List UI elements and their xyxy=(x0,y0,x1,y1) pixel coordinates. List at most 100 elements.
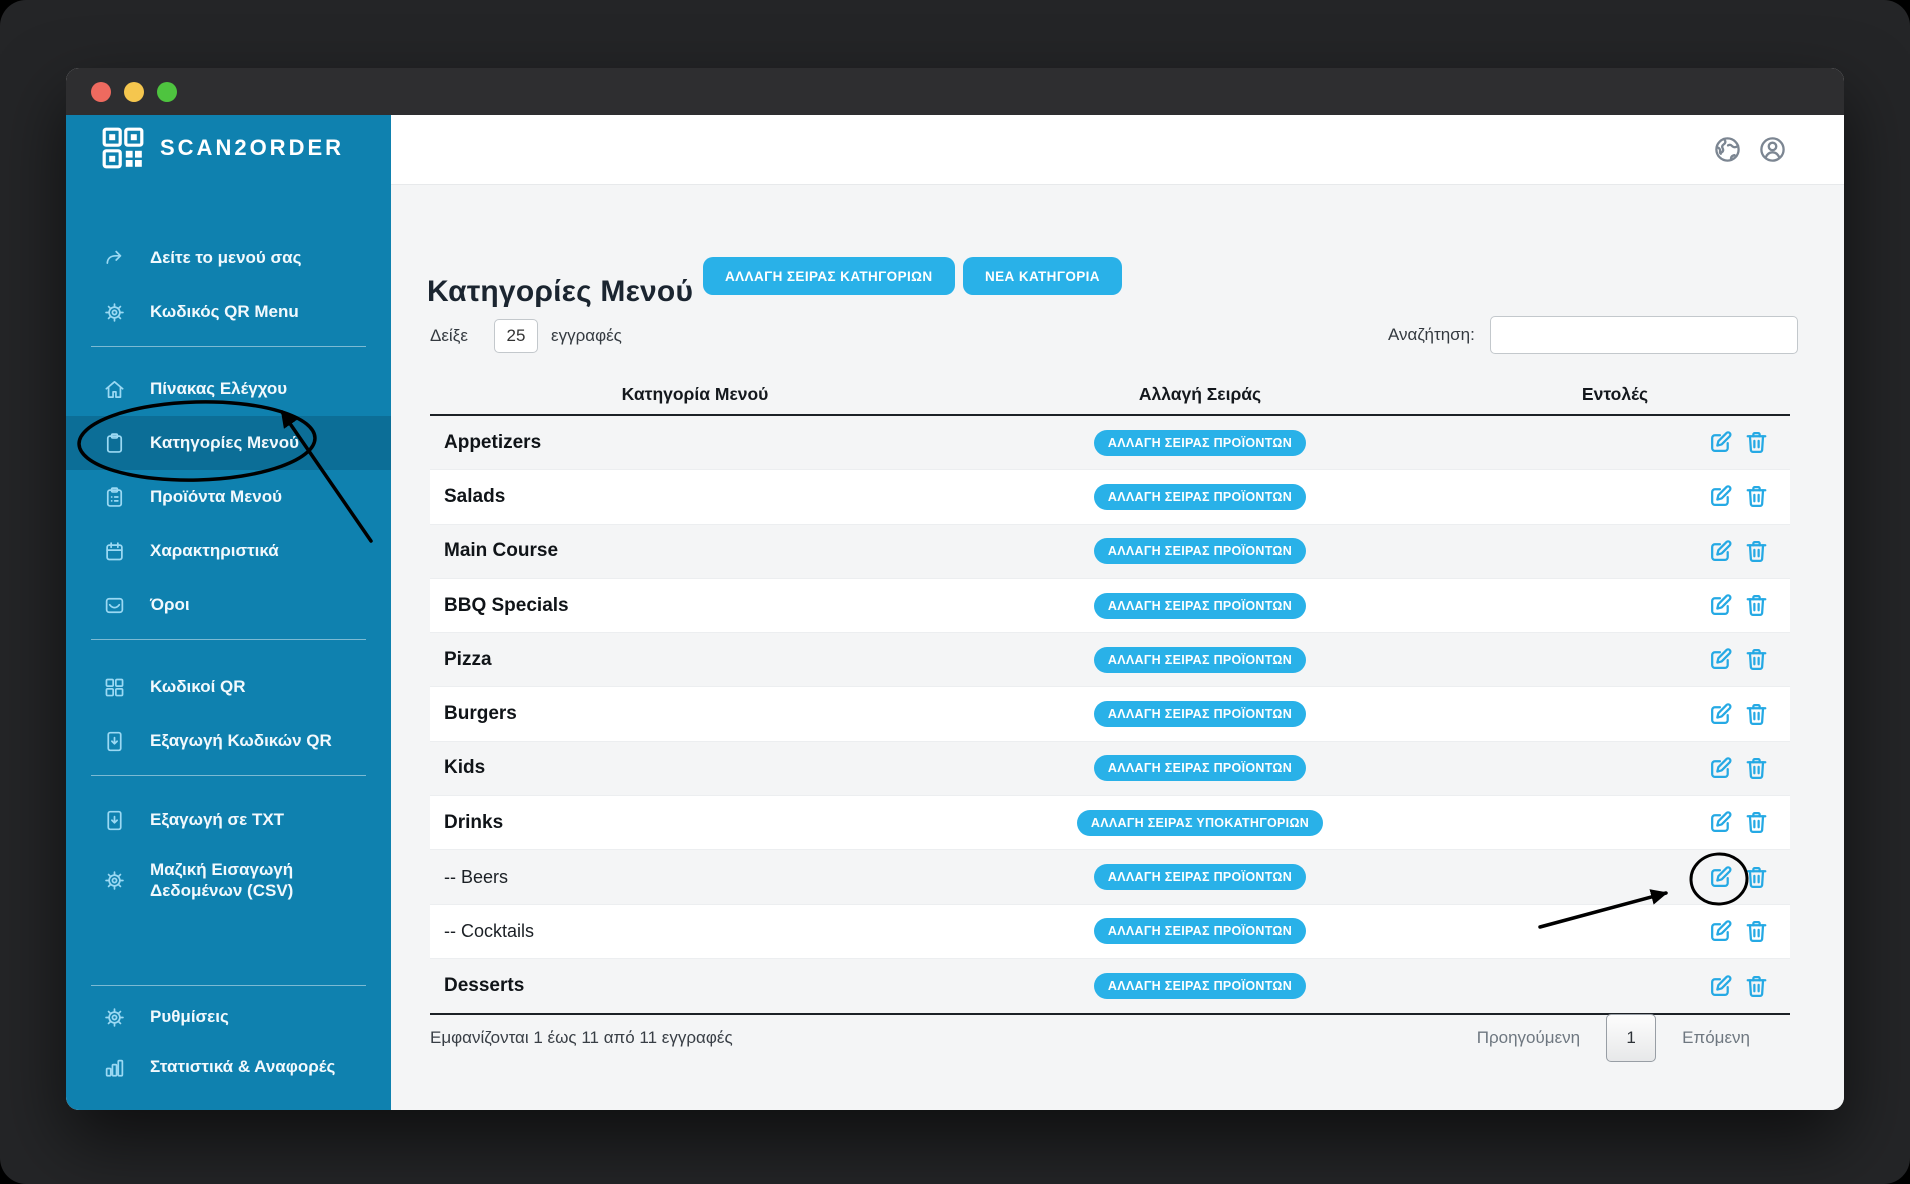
trash-icon xyxy=(1743,864,1770,891)
edit-category-button[interactable] xyxy=(1707,918,1734,945)
table-row: Salads ΑΛΛΑΓΗ ΣΕΙΡΑΣ ΠΡΟΪΟΝΤΩΝ xyxy=(430,470,1790,524)
reorder-products-button[interactable]: ΑΛΛΑΓΗ ΣΕΙΡΑΣ ΠΡΟΪΟΝΤΩΝ xyxy=(1094,973,1306,999)
edit-category-button[interactable] xyxy=(1707,483,1734,510)
pagination: Προηγούμενη 1 Επόμενη xyxy=(1477,1013,1750,1063)
commands-cell xyxy=(1440,796,1790,849)
sidebar-item-bulk-import-csv[interactable]: Μαζική Εισαγωγή Δεδομένων (CSV) xyxy=(66,847,391,913)
delete-category-button[interactable] xyxy=(1743,973,1770,1000)
qr-grid-icon xyxy=(103,676,126,699)
reorder-products-button[interactable]: ΑΛΛΑΓΗ ΣΕΙΡΑΣ ΠΡΟΪΟΝΤΩΝ xyxy=(1094,593,1306,619)
globe-icon[interactable] xyxy=(1712,134,1743,165)
delete-category-button[interactable] xyxy=(1743,809,1770,836)
edit-category-button[interactable] xyxy=(1707,592,1734,619)
edit-category-button[interactable] xyxy=(1707,755,1734,782)
edit-icon xyxy=(1707,755,1734,782)
gear-icon xyxy=(103,301,126,324)
commands-cell xyxy=(1440,850,1790,903)
sidebar-item-qr-codes[interactable]: Κωδικοί QR xyxy=(66,660,391,714)
delete-category-button[interactable] xyxy=(1743,592,1770,619)
sidebar-item-menu-products[interactable]: Προϊόντα Μενού xyxy=(66,470,391,524)
reorder-cell: ΑΛΛΑΓΗ ΣΕΙΡΑΣ ΠΡΟΪΟΝΤΩΝ xyxy=(960,470,1440,523)
delete-category-button[interactable] xyxy=(1743,701,1770,728)
category-name: Kids xyxy=(430,742,960,795)
sidebar-item-label: Δείτε το μενού σας xyxy=(150,247,301,268)
entries-count-input[interactable] xyxy=(494,319,538,353)
reorder-products-button[interactable]: ΑΛΛΑΓΗ ΣΕΙΡΑΣ ΠΡΟΪΟΝΤΩΝ xyxy=(1094,538,1306,564)
edit-category-button[interactable] xyxy=(1707,809,1734,836)
sidebar-group: Ρυθμίσεις Στατιστικά & Αναφορές xyxy=(66,992,391,1092)
edit-icon xyxy=(1707,429,1734,456)
window-minimize-button[interactable] xyxy=(124,82,144,102)
edit-category-button[interactable] xyxy=(1707,538,1734,565)
reorder-products-button[interactable]: ΑΛΛΑΓΗ ΣΕΙΡΑΣ ΠΡΟΪΟΝΤΩΝ xyxy=(1094,755,1306,781)
edit-category-button[interactable] xyxy=(1707,973,1734,1000)
topbar xyxy=(391,115,1844,185)
sidebar-item-label: Μαζική Εισαγωγή Δεδομένων (CSV) xyxy=(150,859,350,902)
trash-icon xyxy=(1743,809,1770,836)
previous-page-button[interactable]: Προηγούμενη xyxy=(1477,1028,1580,1048)
reorder-products-button[interactable]: ΑΛΛΑΓΗ ΣΕΙΡΑΣ ΠΡΟΪΟΝΤΩΝ xyxy=(1094,701,1306,727)
sidebar-item-label: Κατηγορίες Μενού xyxy=(150,432,299,453)
reorder-products-button[interactable]: ΑΛΛΑΓΗ ΣΕΙΡΑΣ ΠΡΟΪΟΝΤΩΝ xyxy=(1094,430,1306,456)
column-header-category[interactable]: Κατηγορία Μενού xyxy=(430,375,960,414)
sidebar-group: Εξαγωγή σε TXT Μαζική Εισαγωγή Δεδομένων … xyxy=(66,793,391,913)
desktop-background: SCAN2ORDER Δείτε το μενού σας Κωδικός QR … xyxy=(0,0,1910,1184)
sidebar-item-stats-reports[interactable]: Στατιστικά & Αναφορές xyxy=(66,1042,391,1092)
sidebar-item-qr-menu-code[interactable]: Κωδικός QR Menu xyxy=(66,285,391,339)
trash-icon xyxy=(1743,646,1770,673)
commands-cell xyxy=(1440,579,1790,632)
sidebar-item-terms[interactable]: Όροι xyxy=(66,578,391,632)
delete-category-button[interactable] xyxy=(1743,918,1770,945)
sidebar-item-menu-categories[interactable]: Κατηγορίες Μενού xyxy=(66,416,391,470)
delete-category-button[interactable] xyxy=(1743,864,1770,891)
delete-category-button[interactable] xyxy=(1743,755,1770,782)
brand-logo[interactable]: SCAN2ORDER xyxy=(66,115,391,180)
commands-cell xyxy=(1440,416,1790,469)
gear-icon xyxy=(103,869,126,892)
sidebar-item-label: Χαρακτηριστικά xyxy=(150,540,279,561)
sidebar-item-label: Πίνακας Ελέγχου xyxy=(150,378,287,399)
window-zoom-button[interactable] xyxy=(157,82,177,102)
reorder-products-button[interactable]: ΑΛΛΑΓΗ ΣΕΙΡΑΣ ΠΡΟΪΟΝΤΩΝ xyxy=(1094,918,1306,944)
edit-category-button[interactable] xyxy=(1707,864,1734,891)
column-header-reorder[interactable]: Αλλαγή Σειράς xyxy=(960,375,1440,414)
show-entries-label: Δείξε xyxy=(430,319,468,353)
account-icon[interactable] xyxy=(1757,134,1788,165)
edit-category-button[interactable] xyxy=(1707,429,1734,456)
new-category-button[interactable]: ΝΕΑ ΚΑΤΗΓΟΡΙΑ xyxy=(963,257,1122,295)
reorder-products-button[interactable]: ΑΛΛΑΓΗ ΣΕΙΡΑΣ ΠΡΟΪΟΝΤΩΝ xyxy=(1094,864,1306,890)
category-name: Salads xyxy=(430,470,960,523)
reorder-subcategories-button[interactable]: ΑΛΛΑΓΗ ΣΕΙΡΑΣ ΥΠΟΚΑΤΗΓΟΡΙΩΝ xyxy=(1077,810,1323,836)
trash-icon xyxy=(1743,483,1770,510)
sidebar-item-export-qr-codes[interactable]: Εξαγωγή Κωδικών QR xyxy=(66,714,391,768)
column-header-commands[interactable]: Εντολές xyxy=(1440,375,1790,414)
next-page-button[interactable]: Επόμενη xyxy=(1682,1028,1750,1048)
edit-icon xyxy=(1707,973,1734,1000)
sidebar-item-settings[interactable]: Ρυθμίσεις xyxy=(66,992,391,1042)
delete-category-button[interactable] xyxy=(1743,646,1770,673)
search-input[interactable] xyxy=(1490,316,1798,354)
category-table: AppetizersΑΛΛΑΓΗ ΣΕΙΡΑΣ ΠΡΟΪΟΝΤΩΝSaladsΑ… xyxy=(430,416,1790,1015)
sidebar-item-dashboard[interactable]: Πίνακας Ελέγχου xyxy=(66,362,391,416)
edit-icon xyxy=(1707,864,1734,891)
sidebar-item-label: Ρυθμίσεις xyxy=(150,1006,229,1027)
delete-category-button[interactable] xyxy=(1743,538,1770,565)
reorder-products-button[interactable]: ΑΛΛΑΓΗ ΣΕΙΡΑΣ ΠΡΟΪΟΝΤΩΝ xyxy=(1094,647,1306,673)
sidebar-item-export-txt[interactable]: Εξαγωγή σε TXT xyxy=(66,793,391,847)
reorder-products-button[interactable]: ΑΛΛΑΓΗ ΣΕΙΡΑΣ ΠΡΟΪΟΝΤΩΝ xyxy=(1094,484,1306,510)
window-close-button[interactable] xyxy=(91,82,111,102)
current-page-button[interactable]: 1 xyxy=(1606,1014,1656,1062)
delete-category-button[interactable] xyxy=(1743,429,1770,456)
edit-category-button[interactable] xyxy=(1707,646,1734,673)
clipboard-icon xyxy=(103,432,126,455)
sidebar-item-label: Προϊόντα Μενού xyxy=(150,486,282,507)
sidebar-item-view-your-menu[interactable]: Δείτε το μενού σας xyxy=(66,231,391,285)
window-titlebar xyxy=(66,68,1844,115)
delete-category-button[interactable] xyxy=(1743,483,1770,510)
edit-category-button[interactable] xyxy=(1707,701,1734,728)
commands-cell xyxy=(1440,633,1790,686)
edit-icon xyxy=(1707,483,1734,510)
sidebar-item-label: Όροι xyxy=(150,594,190,615)
reorder-categories-button[interactable]: ΑΛΛΑΓΗ ΣΕΙΡΑΣ ΚΑΤΗΓΟΡΙΩΝ xyxy=(703,257,955,295)
sidebar-item-features[interactable]: Χαρακτηριστικά xyxy=(66,524,391,578)
